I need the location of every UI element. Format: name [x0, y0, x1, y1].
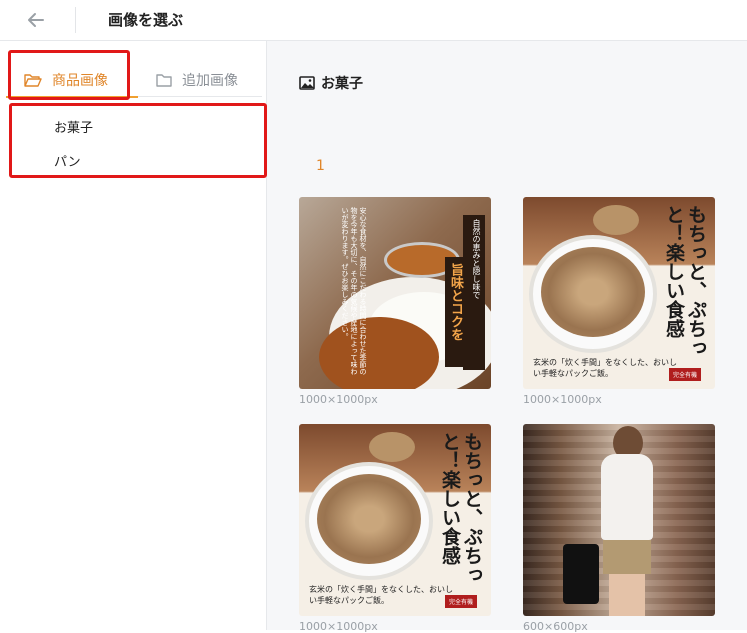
folder-open-icon — [24, 73, 42, 87]
thumb-tag: 完全有機 — [668, 368, 701, 381]
back-arrow-icon — [28, 13, 44, 27]
image-size-label: 1000×1000px — [523, 393, 602, 406]
image-thumbnail: 自然の恵みと隠し味で 旨味とコクを 安心な食材を、自然にこだわる時間に合わせた季… — [299, 197, 491, 389]
highlight-box-categories — [9, 103, 267, 178]
folder-icon — [156, 73, 172, 87]
category-item-pan[interactable]: パン — [54, 151, 81, 170]
thumb-main-text: 旨味とコクを — [448, 263, 463, 341]
tab-additional-images[interactable]: 追加画像 — [156, 63, 238, 97]
section-title-label: お菓子 — [321, 76, 363, 92]
top-bar: 画像を選ぶ — [0, 0, 747, 41]
pagination-page-1[interactable]: 1 — [316, 158, 325, 174]
thumb-body-text: 安心な食材を、自然にこだわる時間に合わせた季節の物を今年も大切に、その年の気候や… — [341, 207, 367, 375]
image-size-label: 1000×1000px — [299, 620, 378, 633]
header-divider — [75, 7, 76, 33]
image-size-label: 1000×1000px — [299, 393, 378, 406]
tab-product-images-label: 商品画像 — [52, 73, 108, 89]
sidebar-tabs: 商品画像 追加画像 — [0, 63, 266, 98]
image-card[interactable]: もちっと、ぷちっと！楽しい食感 玄米の「炊く手間」をなくした、おいしい手軽なパッ… — [523, 197, 715, 406]
thumb-caption: 玄米の「炊く手間」をなくした、おいしい手軽なパックご飯。 — [533, 358, 677, 378]
active-tab-underline — [6, 96, 138, 98]
back-button[interactable] — [24, 8, 48, 32]
sidebar: 商品画像 追加画像 お菓子 パン — [0, 41, 267, 630]
page-title: 画像を選ぶ — [108, 11, 184, 29]
thumb-tag: 完全有機 — [444, 595, 477, 608]
image-thumbnail: もちっと、ぷちっと！楽しい食感 玄米の「炊く手間」をなくした、おいしい手軽なパッ… — [523, 197, 715, 389]
image-card[interactable]: 600×600px — [523, 424, 715, 633]
image-card[interactable]: 自然の恵みと隠し味で 旨味とコクを 安心な食材を、自然にこだわる時間に合わせた季… — [299, 197, 491, 406]
image-size-label: 600×600px — [523, 620, 588, 633]
tab-product-images[interactable]: 商品画像 — [6, 63, 138, 98]
section-title: お菓子 — [299, 73, 363, 93]
image-thumbnail — [523, 424, 715, 616]
category-item-okashi[interactable]: お菓子 — [54, 117, 93, 136]
thumb-caption: 玄米の「炊く手間」をなくした、おいしい手軽なパックご飯。 — [309, 585, 453, 605]
tab-additional-images-label: 追加画像 — [182, 73, 238, 89]
image-card[interactable]: もちっと、ぷちっと！楽しい食感 玄米の「炊く手間」をなくした、おいしい手軽なパッ… — [299, 424, 491, 633]
image-thumbnail: もちっと、ぷちっと！楽しい食感 玄米の「炊く手間」をなくした、おいしい手軽なパッ… — [299, 424, 491, 616]
image-icon — [299, 76, 315, 90]
main-panel: お菓子 1 自然の恵みと隠し味で 旨味とコクを 安心な食材を、自然にこだわる時間… — [267, 41, 747, 633]
thumb-heading: 自然の恵みと隠し味で — [472, 219, 481, 299]
